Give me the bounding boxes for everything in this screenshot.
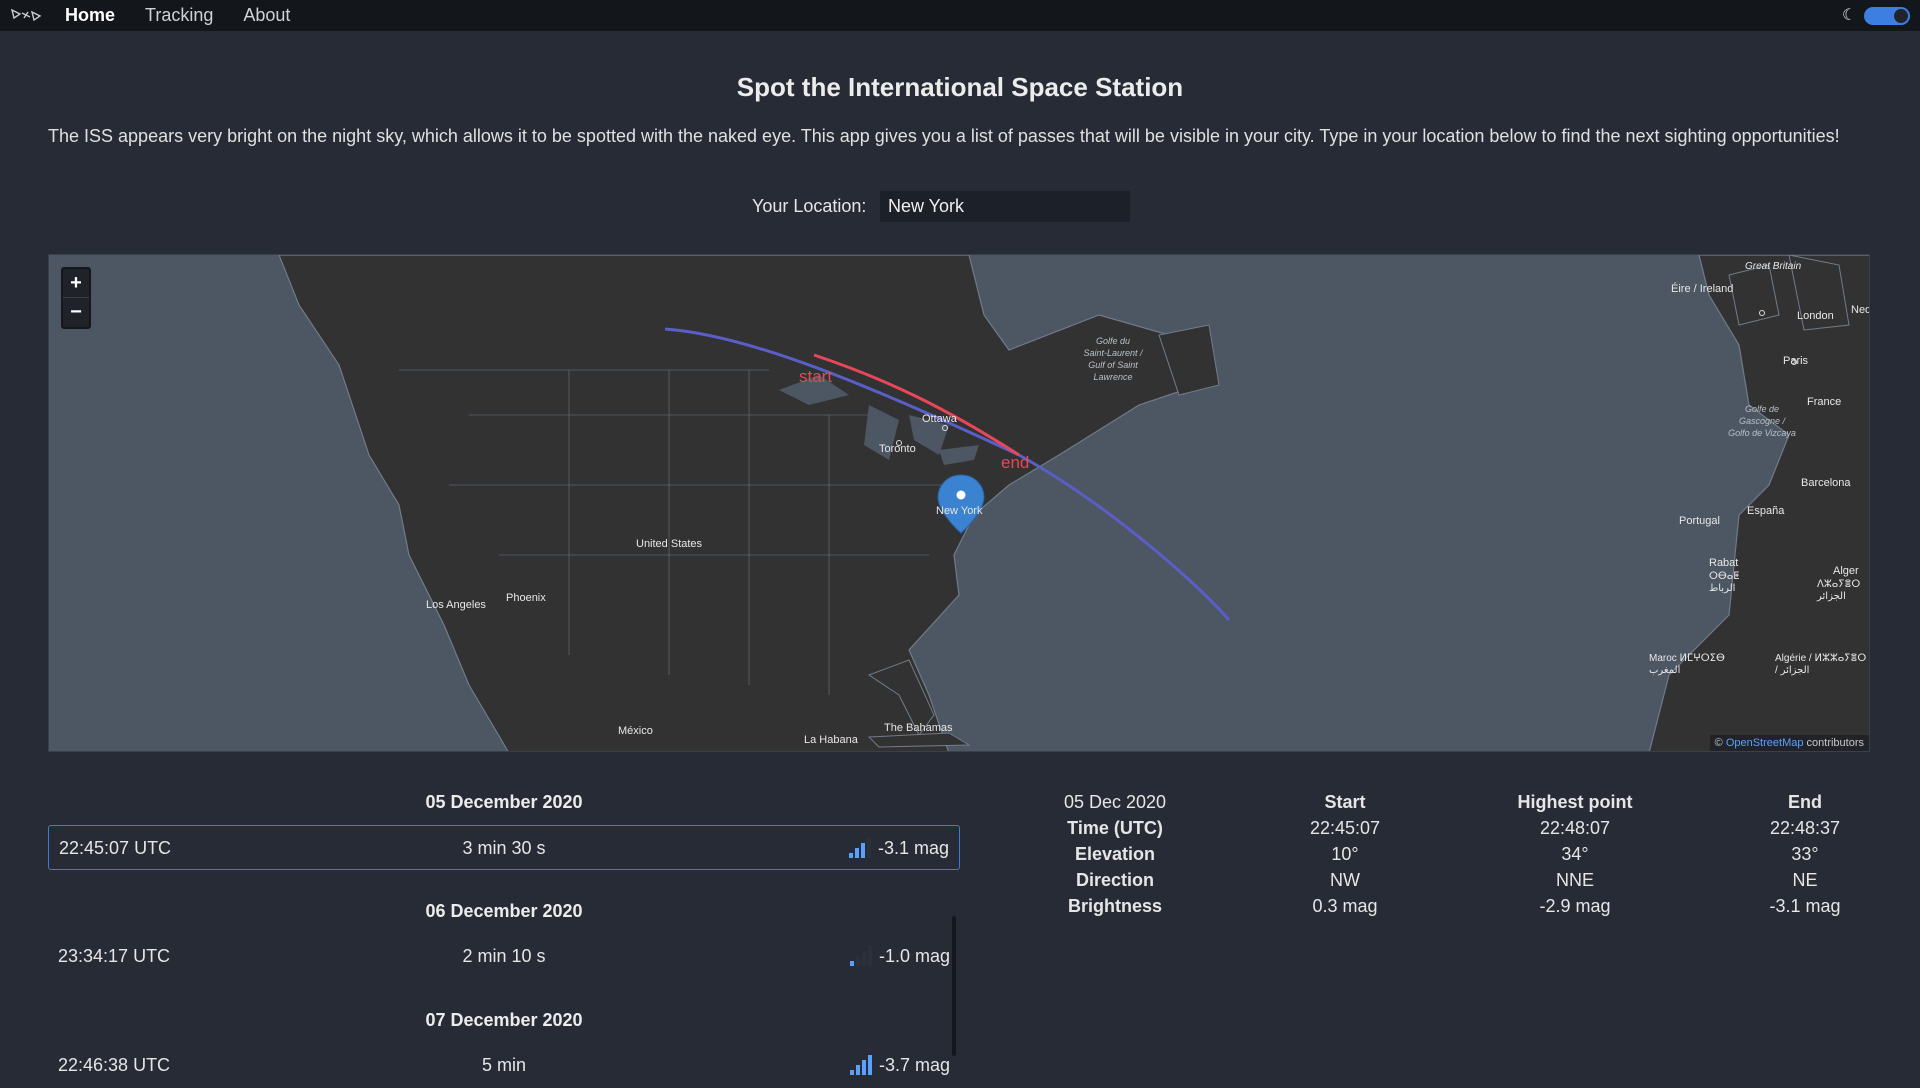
map-label-toronto: Toronto [879,443,916,455]
map-label-london: London [1797,310,1834,322]
details-date: 05 Dec 2020 [1063,792,1167,812]
map-label-paris: Paris [1783,355,1809,367]
osm-link[interactable]: OpenStreetMap [1726,737,1804,749]
pass-row[interactable]: 22:46:38 UTC 5 min -3.7 mag [48,1043,960,1088]
zoom-control: + − [61,267,91,329]
pass-list-scrollbar[interactable] [952,916,956,1056]
location-label: Your Location: [752,196,867,216]
map-label-mexico: México [618,725,653,737]
map-label-golfe: Golfe du Saint-Laurent / Gulf of Saint L… [1083,336,1143,382]
nav-home[interactable]: Home [65,5,115,26]
pass-row[interactable]: 23:34:17 UTC 2 min 10 s -1.0 mag [48,934,960,979]
pass-details-table: 05 Dec 2020 Start Highest point End Time… [1000,792,1920,922]
zoom-out-button[interactable]: − [63,298,89,327]
intro-text: The ISS appears very bright on the night… [48,126,1840,146]
map-label-golfe-gascogne: Golfe de Gascogne / Golfo de Vizcaya [1728,404,1796,438]
details-row-time: Time (UTC) 22:45:07 22:48:07 22:48:37 [1067,818,1841,838]
map-label-rabat-ar: ⵔⴱⴰⵟ الرباط [1709,571,1740,594]
map-label-phoenix: Phoenix [506,592,546,604]
header-end: End [1788,792,1822,812]
brightness-signal-icon [850,946,872,966]
details-header-row: 05 Dec 2020 Start Highest point End [1000,792,1920,818]
pass-date-heading: 06 December 2020 [425,901,583,921]
nav-tracking[interactable]: Tracking [145,5,213,26]
details-row-elevation: Elevation 10° 34° 33° [1074,844,1819,864]
dark-mode-switch[interactable] [1864,7,1910,25]
map-label-end: end [1001,453,1030,472]
map-label-great-britain: Great Britain [1745,261,1802,272]
map-label-maroc: Maroc ⵍⵎⵖⵔⵉⴱ المغرب [1649,653,1725,676]
map-label-neder: Neder [1851,304,1869,316]
satellite-logo-icon[interactable] [10,6,42,24]
header-start: Start [1324,792,1366,812]
map-label-rabat: Rabat [1709,557,1739,569]
map-attribution: © OpenStreetMap contributors [1709,735,1869,751]
map-label-la-habana: La Habana [804,734,858,746]
details-row-direction: Direction NW NNE NE [1075,870,1818,890]
north-america-land [278,255,1200,751]
map-label-algerie: Algérie / ⵍⵣⵣⴰⵢⴻⵔ / الجزائر [1775,653,1867,676]
brightness-signal-icon [850,1055,872,1075]
map-label-espana: España [1747,505,1785,517]
pass-list: 05 December 2020 22:45:07 UTC 3 min 30 s… [48,785,960,1088]
pass-duration: 2 min 10 s [462,946,546,966]
map-label-ottawa: Ottawa [922,413,957,425]
map-label-new-york: New York [936,505,983,517]
pass-date-heading: 07 December 2020 [425,1010,583,1030]
europe-africa-land [1648,255,1869,751]
details-row-brightness: Brightness 0.3 mag -2.9 mag -3.1 mag [1067,896,1841,916]
pass-magnitude: -3.1 mag [877,838,949,858]
map-label-bahamas: The Bahamas [884,722,953,734]
map-canvas[interactable] [49,255,1870,752]
header-highest-point: Highest point [1517,792,1633,812]
nav-about[interactable]: About [243,5,290,26]
page-title: Spot the International Space Station [736,72,1184,102]
pass-magnitude: -3.7 mag [878,1055,950,1075]
navbar: Home Tracking About ☾ [0,0,1920,31]
map-label-barcelona: Barcelona [1801,477,1851,489]
map-label-alger-ar: ⴷⵣⴰⵢⴻⵔ الجزائر [1817,579,1861,602]
pass-duration: 5 min [481,1055,526,1075]
pass-duration: 3 min 30 s [462,838,546,858]
pass-date-heading: 05 December 2020 [425,792,583,812]
pass-magnitude: -1.0 mag [878,946,950,966]
moon-icon: ☾ [1842,7,1857,24]
map[interactable]: + − start end New York Ottawa Toronto Un… [48,254,1870,752]
map-label-united-states: United States [636,538,703,550]
map-label-portugal: Portugal [1679,515,1720,527]
map-label-france: France [1807,396,1842,408]
pass-row[interactable]: 22:45:07 UTC 3 min 30 s -3.1 mag [48,825,960,870]
map-label-start: start [799,367,833,386]
location-input[interactable] [880,191,1130,222]
zoom-in-button[interactable]: + [63,269,89,298]
map-label-eire: Éire / Ireland [1671,283,1734,295]
map-label-los-angeles: Los Angeles [426,599,486,611]
brightness-signal-icon [849,838,871,858]
map-label-alger: Alger [1833,565,1859,577]
theme-toggle[interactable]: ☾ [1842,6,1910,26]
